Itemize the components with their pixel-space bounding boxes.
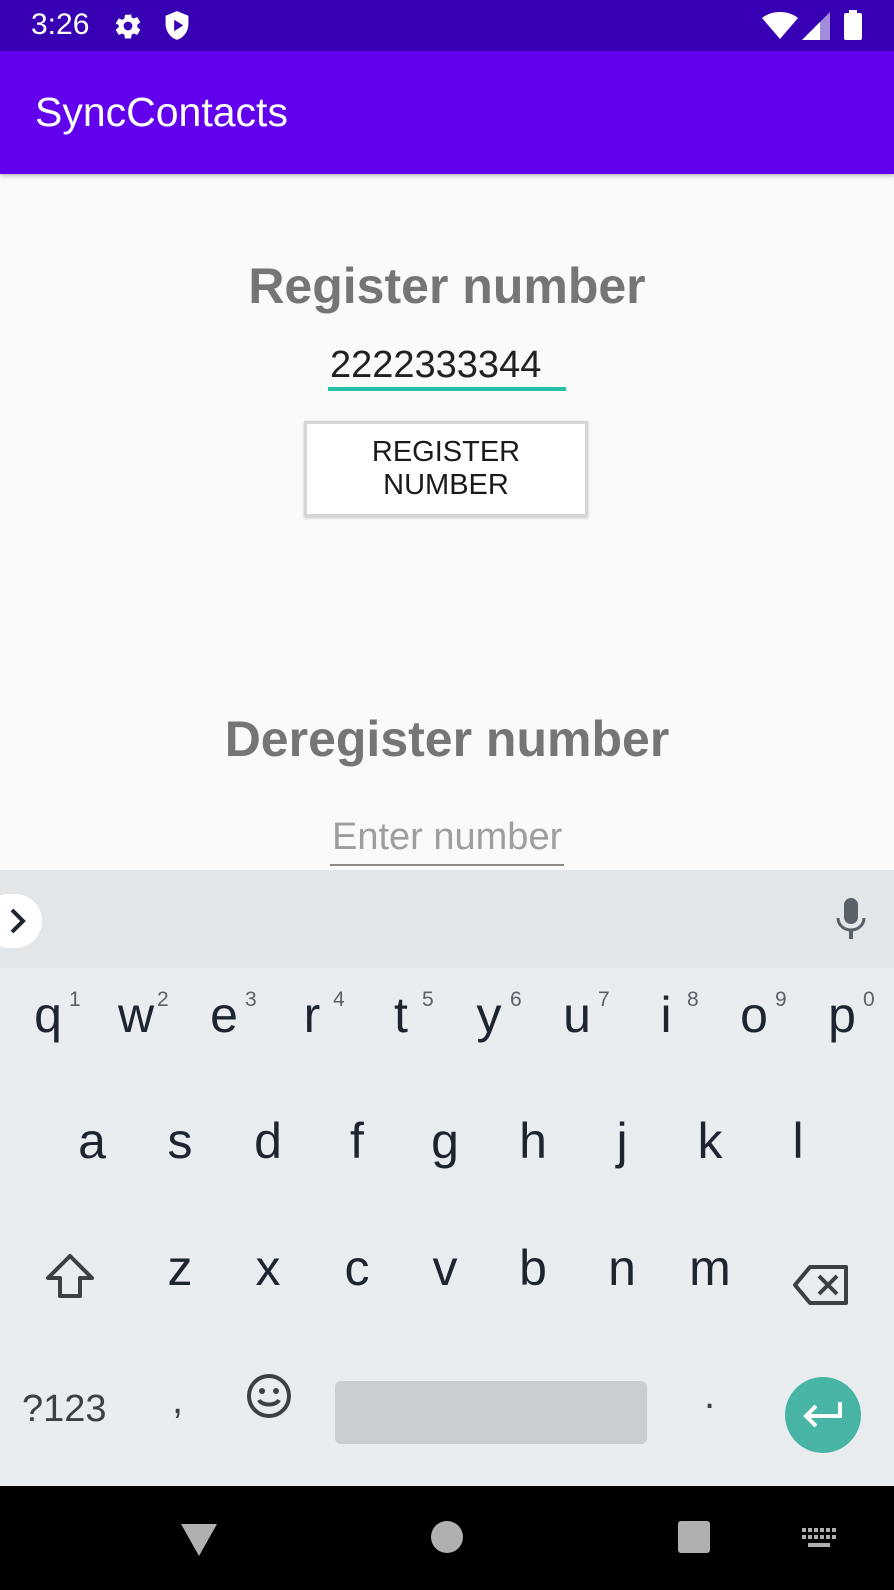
key-hint-6: 6: [510, 988, 522, 1011]
key-k[interactable]: k: [680, 1111, 740, 1171]
key-z[interactable]: z: [150, 1238, 210, 1298]
key-b[interactable]: b: [503, 1238, 563, 1298]
backspace-key[interactable]: [792, 1264, 850, 1311]
wifi-icon: [762, 12, 798, 45]
enter-key[interactable]: [785, 1377, 861, 1453]
key-g[interactable]: g: [415, 1111, 475, 1171]
signal-icon: [802, 12, 830, 45]
key-m[interactable]: m: [680, 1238, 740, 1298]
key-hint-3: 3: [245, 988, 257, 1011]
status-bar: 3:26: [0, 0, 894, 51]
emoji-key[interactable]: [246, 1373, 292, 1424]
enter-icon: [803, 1402, 842, 1428]
key-j[interactable]: j: [592, 1111, 652, 1171]
shift-icon: [46, 1254, 94, 1298]
key-s[interactable]: s: [150, 1111, 210, 1171]
key-x[interactable]: x: [238, 1238, 298, 1298]
app-bar: SyncContacts: [0, 51, 894, 174]
key-c[interactable]: c: [327, 1238, 387, 1298]
key-h[interactable]: h: [503, 1111, 563, 1171]
shift-key[interactable]: [43, 1252, 97, 1305]
key-hint-4: 4: [333, 988, 345, 1011]
deregister-number-input[interactable]: [330, 810, 564, 866]
key-a[interactable]: a: [62, 1111, 122, 1171]
gear-icon: [113, 11, 143, 46]
key-n[interactable]: n: [592, 1238, 652, 1298]
key-hint-2: 2: [157, 988, 169, 1011]
keyboard-toolbar: [0, 870, 894, 968]
app-title: SyncContacts: [35, 89, 288, 135]
symbols-key[interactable]: ?123: [22, 1388, 107, 1431]
comma-key[interactable]: ,: [172, 1378, 183, 1423]
recents-icon[interactable]: [678, 1521, 710, 1558]
key-hint-0: 0: [863, 988, 875, 1011]
soft-keyboard: q1w2e3r4t5y6u7i8o9p0 asdfghjkl zxcvbnm ?…: [0, 870, 894, 1486]
backspace-icon: [793, 1265, 848, 1305]
emoji-icon: [247, 1374, 291, 1418]
deregister-title: Deregister number: [224, 711, 670, 767]
battery-icon: [844, 10, 862, 45]
period-key[interactable]: .: [704, 1373, 715, 1418]
register-number-input[interactable]: [328, 343, 566, 391]
key-l[interactable]: l: [768, 1111, 828, 1171]
keyboard-expand-button[interactable]: [0, 894, 42, 948]
register-title: Register number: [248, 258, 646, 314]
shield-play-icon: [163, 10, 191, 47]
keyboard-switch-icon[interactable]: [802, 1528, 836, 1555]
mic-icon[interactable]: [834, 898, 868, 945]
home-icon[interactable]: [431, 1521, 463, 1558]
status-time: 3:26: [31, 8, 90, 41]
chevron-right-icon: [10, 908, 26, 934]
key-v[interactable]: v: [415, 1238, 475, 1298]
navigation-bar: [0, 1486, 894, 1590]
back-icon[interactable]: [181, 1524, 217, 1561]
key-d[interactable]: d: [238, 1111, 298, 1171]
key-hint-8: 8: [687, 988, 699, 1011]
register-number-button[interactable]: REGISTER NUMBER: [304, 421, 588, 517]
key-hint-7: 7: [598, 988, 610, 1011]
key-hint-5: 5: [422, 988, 434, 1011]
key-f[interactable]: f: [327, 1111, 387, 1171]
key-hint-1: 1: [69, 988, 81, 1011]
key-hint-9: 9: [775, 988, 787, 1011]
space-bar[interactable]: [335, 1381, 647, 1444]
